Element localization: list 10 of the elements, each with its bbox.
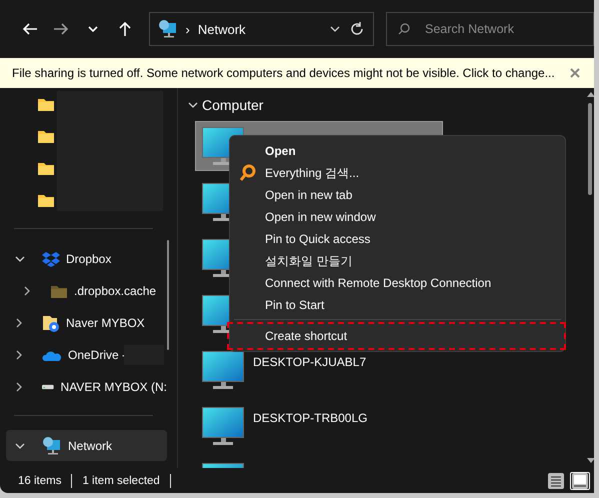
breadcrumb-separator: ›: [186, 22, 190, 36]
nav-label: Network: [68, 438, 112, 452]
nav-label: NAVER MYBOX (N:: [60, 380, 167, 394]
nav-label: Naver MYBOX: [66, 316, 145, 330]
nav-label: .dropbox.cache: [74, 284, 156, 298]
nav-label: Dropbox: [66, 252, 112, 266]
item-count: 16 items: [18, 474, 62, 486]
computer-name: DESKTOP-TRB00LG: [253, 410, 368, 425]
selection-count: 1 item selected: [82, 474, 160, 486]
computer-name: DESKTOP-KJUABL7: [253, 354, 366, 369]
